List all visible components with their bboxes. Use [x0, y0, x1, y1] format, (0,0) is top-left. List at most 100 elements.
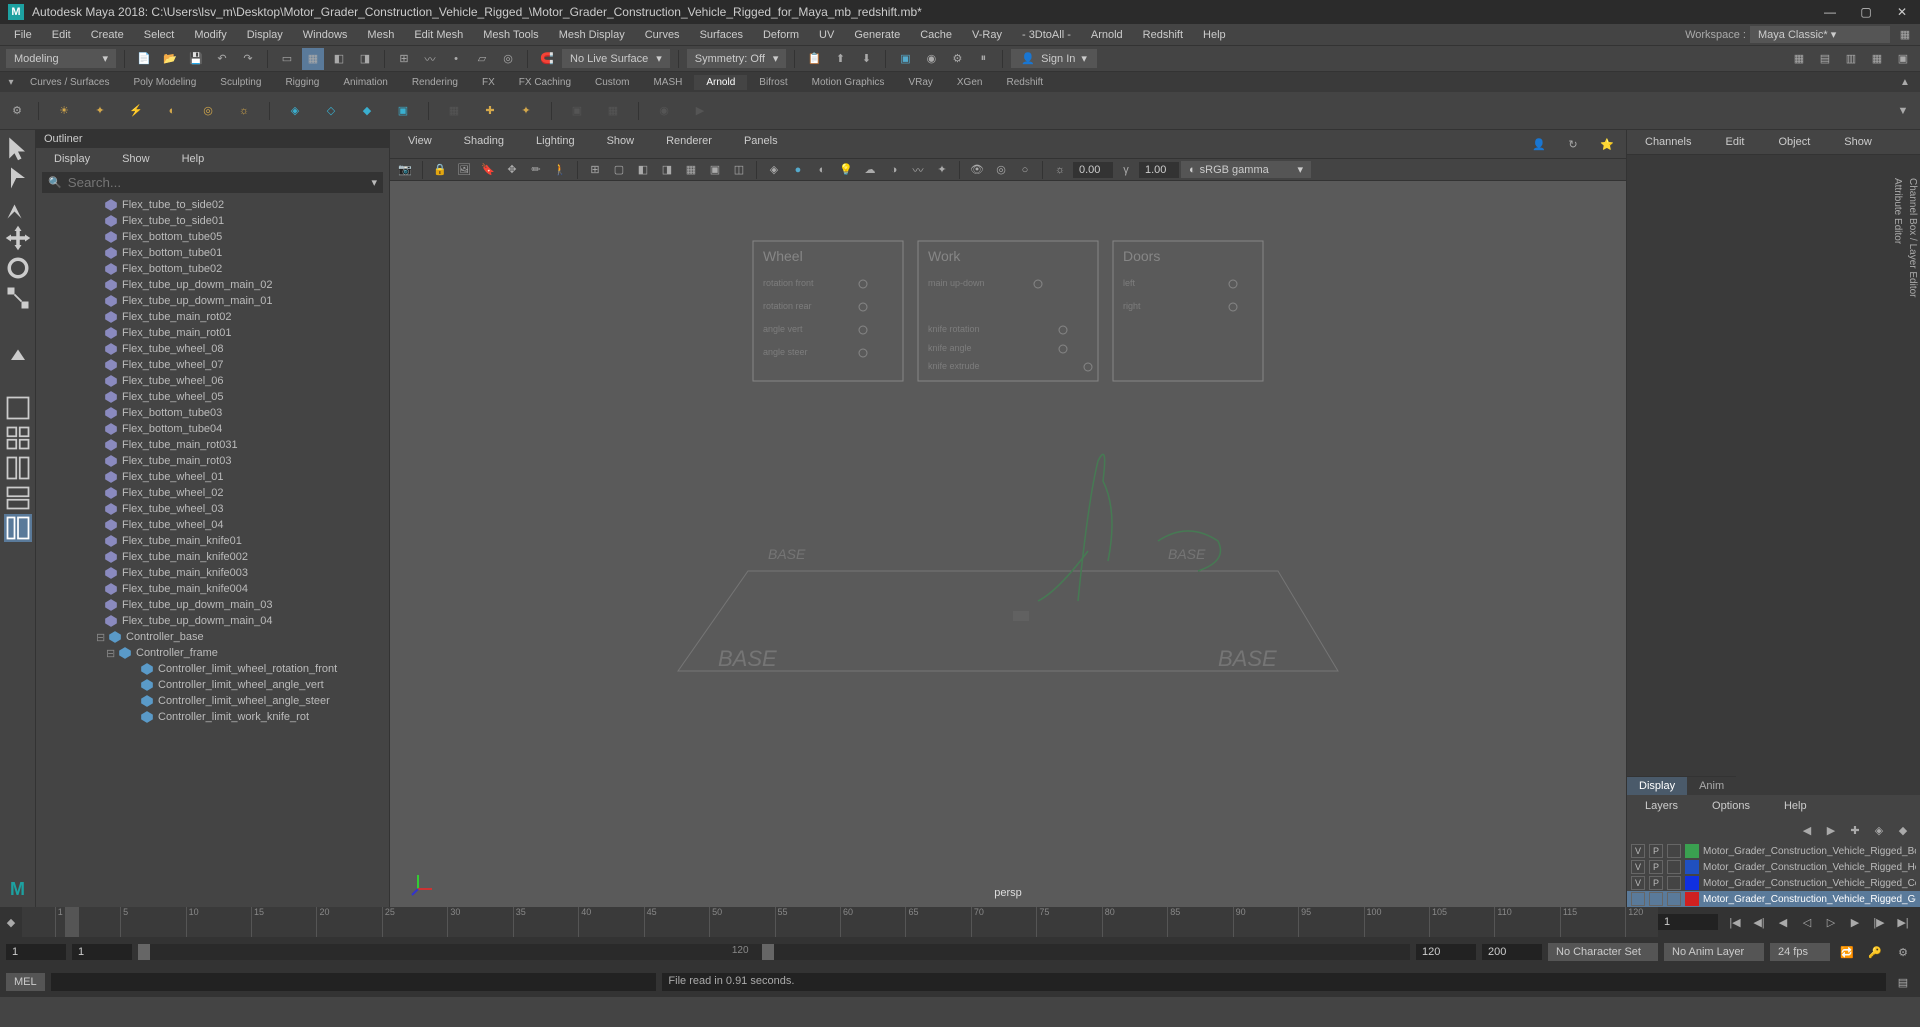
tx-manager-icon[interactable]: ✚ [475, 96, 505, 126]
select-object-icon[interactable]: ◧ [328, 48, 350, 70]
physical-sky-icon[interactable]: ☼ [229, 96, 259, 126]
construction-history-icon[interactable]: 📋 [803, 48, 825, 70]
vp-image-plane-icon[interactable]: 🖼 [453, 159, 475, 181]
shelf-scroll-up-icon[interactable]: ▲ [1894, 71, 1916, 93]
menu-windows[interactable]: Windows [293, 27, 358, 43]
outliner-item[interactable]: Flex_tube_to_side01 [36, 213, 389, 229]
menu-edit[interactable]: Edit [42, 27, 81, 43]
vp-lights-icon[interactable]: 💡 [835, 159, 857, 181]
vp-xray-icon[interactable]: ◎ [990, 159, 1012, 181]
shelf-tab-fxcaching[interactable]: FX Caching [507, 75, 583, 90]
outliner-item[interactable]: Flex_tube_main_rot01 [36, 325, 389, 341]
render-view-icon[interactable]: ▣ [562, 96, 592, 126]
standin-icon[interactable]: ◆ [352, 96, 382, 126]
photometric-light-icon[interactable]: ⚡ [121, 96, 151, 126]
shelf-tab-mash[interactable]: MASH [641, 75, 694, 90]
prefs-icon[interactable]: ⚙ [1892, 941, 1914, 963]
outliner-item[interactable]: Controller_limit_wheel_angle_vert [36, 677, 389, 693]
timeline-current-field[interactable]: 1 [1658, 914, 1718, 930]
step-forward-icon[interactable]: ▶ [1844, 911, 1866, 933]
select-hierarchy-icon[interactable]: ▦ [302, 48, 324, 70]
viewport-bookmark-icon[interactable]: ⭐ [1596, 133, 1618, 155]
outliner-item[interactable]: Flex_tube_main_knife002 [36, 549, 389, 565]
goto-start-icon[interactable]: |◀ [1724, 911, 1746, 933]
render-icon[interactable]: ▣ [894, 48, 916, 70]
outliner-item[interactable]: Controller_limit_work_knife_rot [36, 709, 389, 725]
vp-lock-icon[interactable]: 🔒 [429, 159, 451, 181]
vp-resolution-gate-icon[interactable]: ◧ [632, 159, 654, 181]
undo-icon[interactable]: ↶ [211, 48, 233, 70]
outliner-item[interactable]: Flex_tube_wheel_07 [36, 357, 389, 373]
select-mode-icon[interactable]: ▭ [276, 48, 298, 70]
outliner-item[interactable]: Flex_tube_wheel_06 [36, 373, 389, 389]
timeline-key-icon[interactable]: ◆ [0, 911, 22, 933]
menu-redshift[interactable]: Redshift [1133, 27, 1193, 43]
shelf-tab-curvessurfaces[interactable]: Curves / Surfaces [18, 75, 121, 90]
menu-uv[interactable]: UV [809, 27, 844, 43]
layer-row[interactable]: Motor_Grader_Construction_Vehicle_Rigged… [1627, 891, 1920, 907]
range-start-field[interactable]: 1 [6, 944, 66, 960]
shelf-menu-icon[interactable]: ▾ [4, 71, 18, 93]
outliner-layout[interactable] [4, 514, 32, 542]
vp-exposure-value[interactable]: 0.00 [1073, 162, 1113, 178]
workspace-dropdown[interactable]: Maya Classic* ▾ [1750, 26, 1890, 43]
outliner-item[interactable]: Flex_tube_up_dowm_main_03 [36, 597, 389, 613]
close-button[interactable]: ✕ [1892, 2, 1912, 22]
outliner-item[interactable]: Flex_tube_wheel_03 [36, 501, 389, 517]
layers-menu-layers[interactable]: Layers [1635, 798, 1688, 814]
rotate-tool[interactable] [4, 254, 32, 282]
snap-plane-icon[interactable]: ▱ [471, 48, 493, 70]
vp-film-gate-icon[interactable]: ▢ [608, 159, 630, 181]
vp-safe-action-icon[interactable]: ▣ [704, 159, 726, 181]
vp-walk-icon[interactable]: 🚶 [549, 159, 571, 181]
menu-mesh[interactable]: Mesh [357, 27, 404, 43]
autokey-icon[interactable]: 🔁 [1836, 941, 1858, 963]
vp-grease-icon[interactable]: ✏ [525, 159, 547, 181]
layer-create-empty-icon[interactable]: ◈ [1868, 819, 1890, 841]
viewport-menu-renderer[interactable]: Renderer [656, 133, 722, 155]
select-tool[interactable] [4, 134, 32, 162]
redo-icon[interactable]: ↷ [237, 48, 259, 70]
outliner-tree[interactable]: Flex_tube_to_side02Flex_tube_to_side01Fl… [36, 195, 389, 907]
anim-tab[interactable]: Anim [1687, 776, 1736, 795]
snap-point-icon[interactable]: • [445, 48, 467, 70]
vp-bookmark-icon[interactable]: 🔖 [477, 159, 499, 181]
outliner-item[interactable]: Flex_tube_main_rot03 [36, 453, 389, 469]
shelf-settings-icon[interactable]: ⚙ [6, 100, 28, 122]
select-camera-icon[interactable]: 📷 [394, 159, 416, 181]
viewport-menu-shading[interactable]: Shading [454, 133, 514, 155]
step-back-icon[interactable]: ◀ [1772, 911, 1794, 933]
channels-tab-edit[interactable]: Edit [1715, 134, 1754, 150]
viewport-menu-panels[interactable]: Panels [734, 133, 788, 155]
viewport-menu-lighting[interactable]: Lighting [526, 133, 585, 155]
last-tool[interactable] [4, 346, 32, 374]
mode-dropdown[interactable]: Modeling ▾ [6, 49, 116, 68]
new-scene-icon[interactable]: 📄 [133, 48, 155, 70]
layers-menu-options[interactable]: Options [1702, 798, 1760, 814]
menu-meshtools[interactable]: Mesh Tools [473, 27, 548, 43]
procedural-icon[interactable]: ▣ [388, 96, 418, 126]
timeline[interactable]: ◆ 15101520253035404550556065707580859095… [0, 907, 1920, 937]
vp-shaded-icon[interactable]: ● [787, 159, 809, 181]
shelf-tab-bifrost[interactable]: Bifrost [747, 75, 799, 90]
layer-row[interactable]: VPMotor_Grader_Construction_Vehicle_Rigg… [1627, 875, 1920, 891]
vp-motion-blur-icon[interactable]: 〰 [907, 159, 929, 181]
timeline-ruler[interactable]: 1510152025303540455055606570758085909510… [22, 907, 1658, 937]
outliner-search-input[interactable] [68, 175, 366, 190]
character-set-dropdown[interactable]: No Character Set [1548, 943, 1658, 961]
vp-2d-pan-icon[interactable]: ✥ [501, 159, 523, 181]
symmetry-dropdown[interactable]: Symmetry: Off ▾ [687, 49, 787, 68]
shelf-scroll-down-icon[interactable]: ▼ [1892, 100, 1914, 122]
live-surface-dropdown[interactable]: No Live Surface ▾ [562, 49, 670, 68]
skydome-light-icon[interactable]: ◐ [157, 96, 187, 126]
shelf-tab-polymodeling[interactable]: Poly Modeling [121, 75, 208, 90]
channels-tab-channels[interactable]: Channels [1635, 134, 1701, 150]
vp-ao-icon[interactable]: ◑ [883, 159, 905, 181]
vp-grid-icon[interactable]: ⊞ [584, 159, 606, 181]
step-forward-key-icon[interactable]: |▶ [1868, 911, 1890, 933]
vp-field-chart-icon[interactable]: ▦ [680, 159, 702, 181]
menu-vray[interactable]: V-Ray [962, 27, 1012, 43]
menu-editmesh[interactable]: Edit Mesh [404, 27, 473, 43]
play-back-icon[interactable]: ◁ [1796, 911, 1818, 933]
viewport-menu-view[interactable]: View [398, 133, 442, 155]
